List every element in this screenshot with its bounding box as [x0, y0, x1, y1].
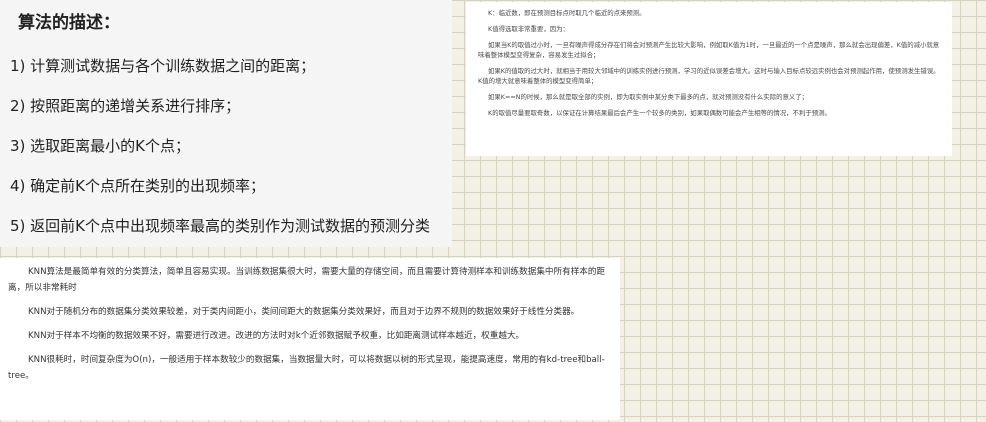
k-value-notes-panel: K：临近数，即在预测目标点时取几个临近的点来预测。 K值得选取非常重要，因为： …: [466, 2, 952, 156]
note-paragraph: 如果K==N的时候，那么就是取全部的实例，即为取实例中某分类下最多的点，就对预测…: [488, 93, 809, 101]
note-paragraph: K：临近数，即在预测目标点时取几个临近的点来预测。: [488, 9, 646, 17]
step-item: 4) 确定前K个点所在类别的出现频率；: [10, 177, 266, 195]
steps-list: 1) 计算测试数据与各个训练数据之间的距离； 2) 按照距离的递增关系进行排序；…: [10, 46, 452, 246]
algorithm-steps-panel: 算法的描述： 1) 计算测试数据与各个训练数据之间的距离； 2) 按照距离的递增…: [0, 0, 452, 247]
summary-paragraph: KNN对于随机分布的数据集分类效果较差，对于类内间距小，类间间距大的数据集分类效…: [28, 307, 580, 317]
note-paragraph: K值得选取非常重要，因为：: [488, 25, 569, 33]
note-paragraph: 如果K的值取的过大时，就相当于用较大邻域中的训练实例进行预测，学习的近似误差会增…: [478, 67, 940, 85]
summary-paragraph: KNN算法是最简单有效的分类算法，简单且容易实现。当训练数据集很大时，需要大量的…: [8, 267, 606, 293]
algorithm-title: 算法的描述：: [18, 13, 120, 33]
summary-paragraph: KNN对于样本不均衡的数据效果不好，需要进行改进。改进的方法时对k个近邻数据赋予…: [28, 331, 525, 341]
step-item: 3) 选取距离最小的K个点；: [10, 137, 191, 155]
step-item: 2) 按照距离的递增关系进行排序；: [10, 97, 241, 115]
summary-paragraph: KNN很耗时，时间复杂度为O(n)，一般适用于样本数较少的数据集，当数据量大时，…: [8, 355, 605, 381]
knn-summary-panel: KNN算法是最简单有效的分类算法，简单且容易实现。当训练数据集很大时，需要大量的…: [0, 258, 620, 420]
note-paragraph: K的取值尽量要取奇数，以保证在计算结果最后会产生一个较多的类别，如果取偶数可能会…: [488, 109, 831, 117]
step-item: 5) 返回前K个点中出现频率最高的类别作为测试数据的预测分类: [10, 217, 431, 235]
step-item: 1) 计算测试数据与各个训练数据之间的距离；: [10, 57, 316, 75]
note-paragraph: 如果当K的取值过小时，一旦有噪声得成分存在们将会对预测产生比较大影响，例如取K值…: [478, 41, 940, 59]
